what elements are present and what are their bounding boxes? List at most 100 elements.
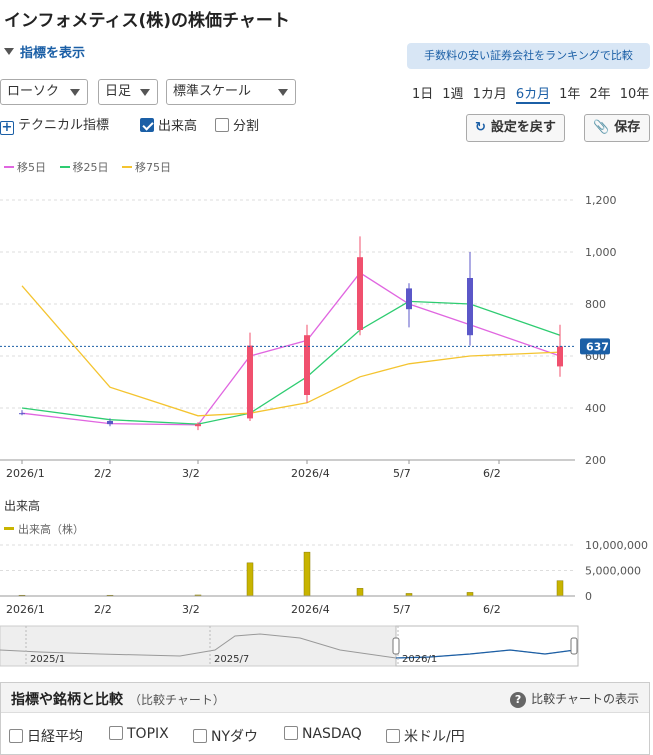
compare-panel: 指標や銘柄と比較 （比較チャート） ? 比較チャートの表示 日経平均 TOPIX N… (0, 682, 650, 755)
split-checkbox[interactable]: 分割 (215, 118, 259, 135)
y-tick-label: 1,000 (585, 246, 617, 259)
candle-body (557, 346, 563, 367)
ma-line-5 (21, 271, 561, 426)
volume-checkbox[interactable]: 出来高 (140, 118, 197, 135)
compare-label: 米ドル/円 (404, 729, 465, 745)
line-swatch-icon (4, 166, 14, 168)
period-tab[interactable]: 10年 (620, 83, 650, 102)
period-tab-active[interactable]: 6カ月 (515, 83, 551, 104)
x-tick-label: 2/2 (94, 603, 112, 616)
scale-value: 標準スケール (173, 84, 252, 99)
volume-title: 出来高 (4, 499, 41, 513)
y-tick-label: 1,200 (585, 194, 617, 207)
y-tick-label: 10,000,000 (585, 539, 648, 552)
legend-ma5: 移5日 (4, 161, 46, 174)
period-tab[interactable]: 1カ月 (473, 83, 507, 102)
paperclip-icon: 📎 (593, 120, 610, 135)
navigator-label: 2025/7 (214, 654, 249, 665)
compare-label: 日経平均 (27, 729, 83, 745)
bar-swatch-icon (4, 527, 14, 530)
compare-topix[interactable]: TOPIX (109, 726, 169, 742)
candle-body (467, 278, 473, 336)
technical-label: テクニカル指標 (18, 118, 110, 133)
compare-nydow[interactable]: NYダウ (193, 726, 258, 746)
x-tick-label: 2026/4 (291, 603, 330, 616)
x-tick-label: 5/7 (393, 603, 411, 616)
x-tick-label: 3/2 (182, 467, 200, 480)
volume-bar (556, 580, 564, 597)
volume-bar (466, 592, 474, 597)
indicator-toggle[interactable]: 指標を表示 (4, 42, 85, 61)
y-tick-label: 800 (585, 298, 606, 311)
save-button[interactable]: 📎 保存 (584, 114, 650, 142)
ma-legend: 移5日 移25日 移75日 (4, 159, 181, 175)
broker-ranking-link[interactable]: 手数料の安い証券会社をランキングで比較 (407, 43, 650, 69)
x-tick-label: 2026/1 (6, 603, 45, 616)
x-tick-label: 2026/1 (6, 467, 45, 480)
compare-usdjpy[interactable]: 米ドル/円 (386, 726, 465, 746)
reset-button[interactable]: ↻ 設定を戻す (466, 114, 565, 142)
compare-nasdaq[interactable]: NASDAQ (284, 726, 362, 742)
legend-ma25-label: 移25日 (72, 161, 109, 174)
x-tick-label: 2026/4 (291, 467, 330, 480)
navigator-label: 2026/1 (402, 654, 437, 665)
page-title: インフォメティス(株)の株価チャート (4, 11, 290, 31)
compare-label: NYダウ (211, 729, 259, 745)
volume-bar (246, 562, 254, 597)
period-tab[interactable]: 1週 (442, 83, 463, 102)
technical-indicator-toggle[interactable]: + テクニカル指標 (0, 118, 109, 135)
y-tick-label: 5,000,000 (585, 565, 641, 578)
candle-body (304, 335, 310, 395)
compare-header: 指標や銘柄と比較 （比較チャート） ? 比較チャートの表示 (1, 683, 649, 713)
y-tick-label: 200 (585, 454, 606, 467)
save-label: 保存 (614, 120, 641, 135)
compare-title-text: 指標や銘柄と比較 (11, 692, 123, 708)
checkbox-icon (9, 729, 23, 743)
chevron-down-icon (140, 89, 150, 96)
period-tab[interactable]: 2年 (589, 83, 610, 102)
line-swatch-icon (122, 166, 132, 168)
chart-type-value: ローソク (7, 84, 60, 99)
compare-label: TOPIX (127, 726, 169, 742)
candle-body (247, 345, 253, 419)
candle-body (195, 424, 201, 427)
scale-select[interactable]: 標準スケール (166, 79, 296, 105)
x-tick-label: 3/2 (182, 603, 200, 616)
price-chart[interactable]: 2004006008001,0001,2002026/1 2/2 3/2 2026/4… (0, 180, 653, 480)
candle-body (406, 288, 412, 310)
checkbox-icon (284, 726, 298, 740)
checkbox-icon (193, 729, 207, 743)
current-price-label: 637 (586, 340, 609, 353)
show-compare-link[interactable]: ? 比較チャートの表示 (510, 690, 639, 708)
x-tick-label: 6/2 (483, 467, 501, 480)
range-navigator[interactable]: 2025/1 2025/7 2026/1 (0, 624, 653, 669)
legend-ma75-label: 移75日 (135, 161, 171, 174)
interval-value: 日足 (105, 84, 132, 99)
legend-ma5-label: 移5日 (17, 161, 46, 174)
period-tab[interactable]: 1年 (559, 83, 580, 102)
ma-line-75 (21, 285, 561, 417)
compare-label: NASDAQ (302, 726, 362, 742)
checkbox-icon (386, 729, 400, 743)
checkbox-icon (215, 118, 229, 132)
help-icon: ? (510, 692, 527, 708)
period-tabs: 1日 1週 1カ月 6カ月 1年 2年 10年 (412, 83, 649, 104)
chart-type-select[interactable]: ローソク (0, 79, 88, 105)
x-tick-label: 2/2 (94, 467, 112, 480)
interval-select[interactable]: 日足 (98, 79, 158, 105)
refresh-icon: ↻ (475, 120, 486, 135)
period-tab[interactable]: 1日 (412, 83, 433, 102)
x-tick-label: 5/7 (393, 467, 411, 480)
navigator-right-handle (570, 637, 578, 655)
checkbox-checked-icon (140, 118, 154, 132)
y-tick-label: 0 (585, 590, 592, 603)
candle-body (19, 413, 25, 415)
legend-ma75: 移75日 (122, 161, 171, 174)
navigator-left-handle (392, 637, 400, 655)
volume-chart[interactable]: 0 5,000,000 10,000,000 2026/1 2/2 3/2 2026/4 5/… (0, 535, 653, 620)
reset-label: 設定を戻す (490, 120, 556, 135)
compare-nikkei[interactable]: 日経平均 (9, 726, 83, 746)
show-compare-label: 比較チャートの表示 (531, 692, 639, 706)
candle-body (107, 421, 113, 425)
line-swatch-icon (59, 166, 70, 168)
